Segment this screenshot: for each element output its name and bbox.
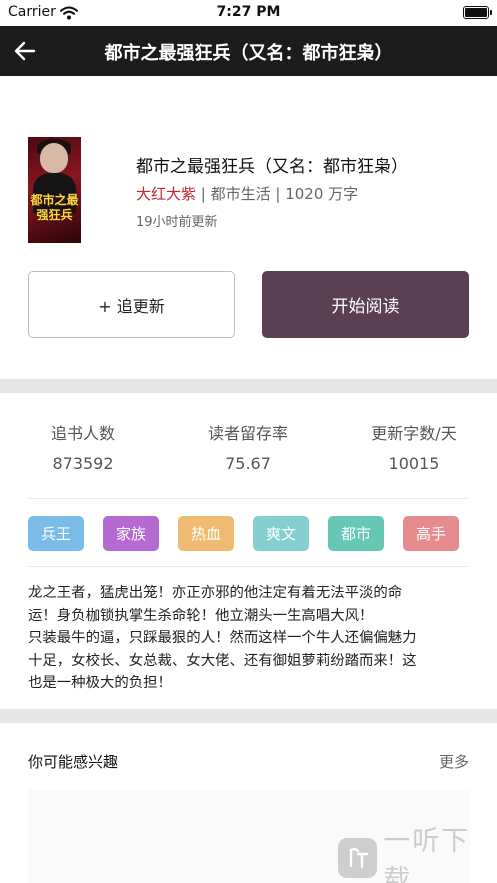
battery-icon — [463, 6, 492, 19]
stat-label: 读者留存率 — [207, 424, 288, 443]
book-word-count: 1020 万字 — [285, 185, 359, 203]
stat-value: 75.67 — [225, 454, 271, 473]
synopsis-line: 十足，女校长、女总裁、女大佬、还有御姐萝莉纷踏而来！这 — [28, 652, 417, 669]
back-button[interactable] — [8, 34, 42, 68]
book-cover[interactable]: 都市之最强狂兵 — [28, 137, 81, 243]
book-synopsis: 龙之王者，猛虎出笼！亦正亦邪的他注定有着无法平淡的命 运！身负枷锁执掌生杀命轮！… — [28, 582, 470, 695]
watermark-logo-icon — [338, 838, 378, 878]
synopsis-line: 也是一种极大的负担！ — [28, 675, 172, 692]
tag-chip[interactable]: 高手 — [403, 516, 459, 551]
tag-chip[interactable]: 都市 — [328, 516, 384, 551]
stat-value: 873592 — [52, 454, 114, 473]
stat-retention: 读者留存率 75.67 — [178, 420, 318, 473]
tag-chip[interactable]: 热血 — [178, 516, 234, 551]
section-divider — [0, 709, 497, 723]
watermark-text: 一听下载 — [383, 826, 471, 883]
recommend-title: 你可能感兴趣 — [28, 753, 119, 771]
more-link[interactable]: 更多 — [439, 751, 469, 772]
book-title: 都市之最强狂兵（又名：都市狂枭） — [136, 157, 408, 177]
tag-chip[interactable]: 家族 — [103, 516, 159, 551]
book-cover-title: 都市之最强狂兵 — [30, 193, 79, 222]
tag-chip[interactable]: 爽文 — [253, 516, 309, 551]
stat-followers: 追书人数 873592 — [13, 420, 153, 473]
status-bar: Carrier 7:27 PM — [0, 0, 497, 26]
book-meta: 大红大紫 | 都市生活 | 1020 万字 — [136, 183, 358, 204]
synopsis-line: 只装最牛的逼，只踩最狠的人！然而这样一个牛人还偏偏魅力 — [28, 630, 417, 647]
meta-separator: | — [270, 185, 286, 203]
stats-divider — [28, 498, 469, 499]
book-update-time: 19小时前更新 — [136, 215, 218, 230]
book-author[interactable]: 大红大紫 — [136, 185, 196, 203]
watermark: 一听下载 — [338, 826, 497, 883]
start-reading-button[interactable]: 开始阅读 — [262, 271, 469, 338]
stat-daily-words: 更新字数/天 10015 — [344, 420, 484, 473]
nav-title: 都市之最强狂兵（又名：都市狂枭） — [104, 43, 393, 64]
tag-chip[interactable]: 兵王 — [28, 516, 84, 551]
tags-divider — [28, 566, 469, 567]
synopsis-line: 运！身负枷锁执掌生杀命轮！他立潮头一生高唱大风！ — [28, 607, 374, 624]
status-time: 7:27 PM — [216, 4, 281, 20]
section-divider — [0, 379, 497, 393]
back-arrow-icon — [14, 41, 36, 61]
follow-updates-button[interactable]: + 追更新 — [28, 271, 235, 338]
synopsis-line: 龙之王者，猛虎出笼！亦正亦邪的他注定有着无法平淡的命 — [28, 585, 403, 601]
stat-value: 10015 — [388, 454, 440, 473]
meta-separator: | — [196, 185, 211, 203]
book-category: 都市生活 — [210, 185, 271, 203]
navigation-bar: 都市之最强狂兵（又名：都市狂枭） — [0, 26, 497, 76]
stat-label: 追书人数 — [50, 424, 115, 443]
stat-label: 更新字数/天 — [371, 424, 457, 443]
